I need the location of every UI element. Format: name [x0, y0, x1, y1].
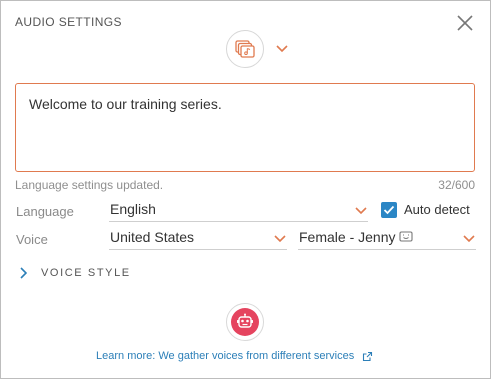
- language-select-value: English: [110, 201, 156, 217]
- learn-more-link[interactable]: Learn more: We gather voices from differ…: [96, 350, 373, 362]
- language-select[interactable]: English: [109, 200, 368, 222]
- auto-detect-checkbox[interactable]: [381, 202, 397, 218]
- robot-icon: [231, 308, 259, 336]
- voice-region-select[interactable]: United States: [109, 228, 287, 250]
- voice-region-value: United States: [110, 229, 195, 245]
- voice-name-select[interactable]: Female - Jenny: [298, 228, 476, 250]
- learn-more-text: Learn more: We gather voices from differ…: [96, 350, 355, 362]
- chevron-down-icon: [274, 235, 286, 243]
- status-message: Language settings updated.: [15, 178, 164, 192]
- voice-style-toggle[interactable]: VOICE STYLE: [19, 267, 131, 279]
- voice-preview-icon: [399, 231, 413, 242]
- voice-style-label: VOICE STYLE: [41, 267, 131, 279]
- chevron-down-icon: [463, 235, 475, 243]
- voice-label: Voice: [16, 232, 48, 247]
- chevron-down-icon: [355, 207, 367, 215]
- media-button[interactable]: [226, 30, 264, 68]
- dialog-title: AUDIO SETTINGS: [15, 15, 122, 29]
- external-link-icon: [363, 351, 373, 361]
- auto-detect-label: Auto detect: [404, 202, 470, 217]
- voice-generate-button[interactable]: [226, 303, 264, 341]
- audio-settings-dialog: AUDIO SETTINGS Welcome to our training s…: [0, 0, 491, 379]
- checkmark-icon: [383, 205, 395, 215]
- voice-name-value: Female - Jenny: [299, 229, 396, 245]
- text-input-value: Welcome to our training series.: [29, 96, 222, 112]
- chevron-right-icon: [20, 267, 27, 279]
- chevron-down-icon[interactable]: [276, 44, 288, 54]
- character-count: 32/600: [438, 178, 475, 192]
- close-icon[interactable]: [454, 12, 476, 34]
- language-label: Language: [16, 204, 74, 219]
- text-input[interactable]: Welcome to our training series.: [15, 83, 475, 172]
- media-stack-icon: [235, 40, 255, 58]
